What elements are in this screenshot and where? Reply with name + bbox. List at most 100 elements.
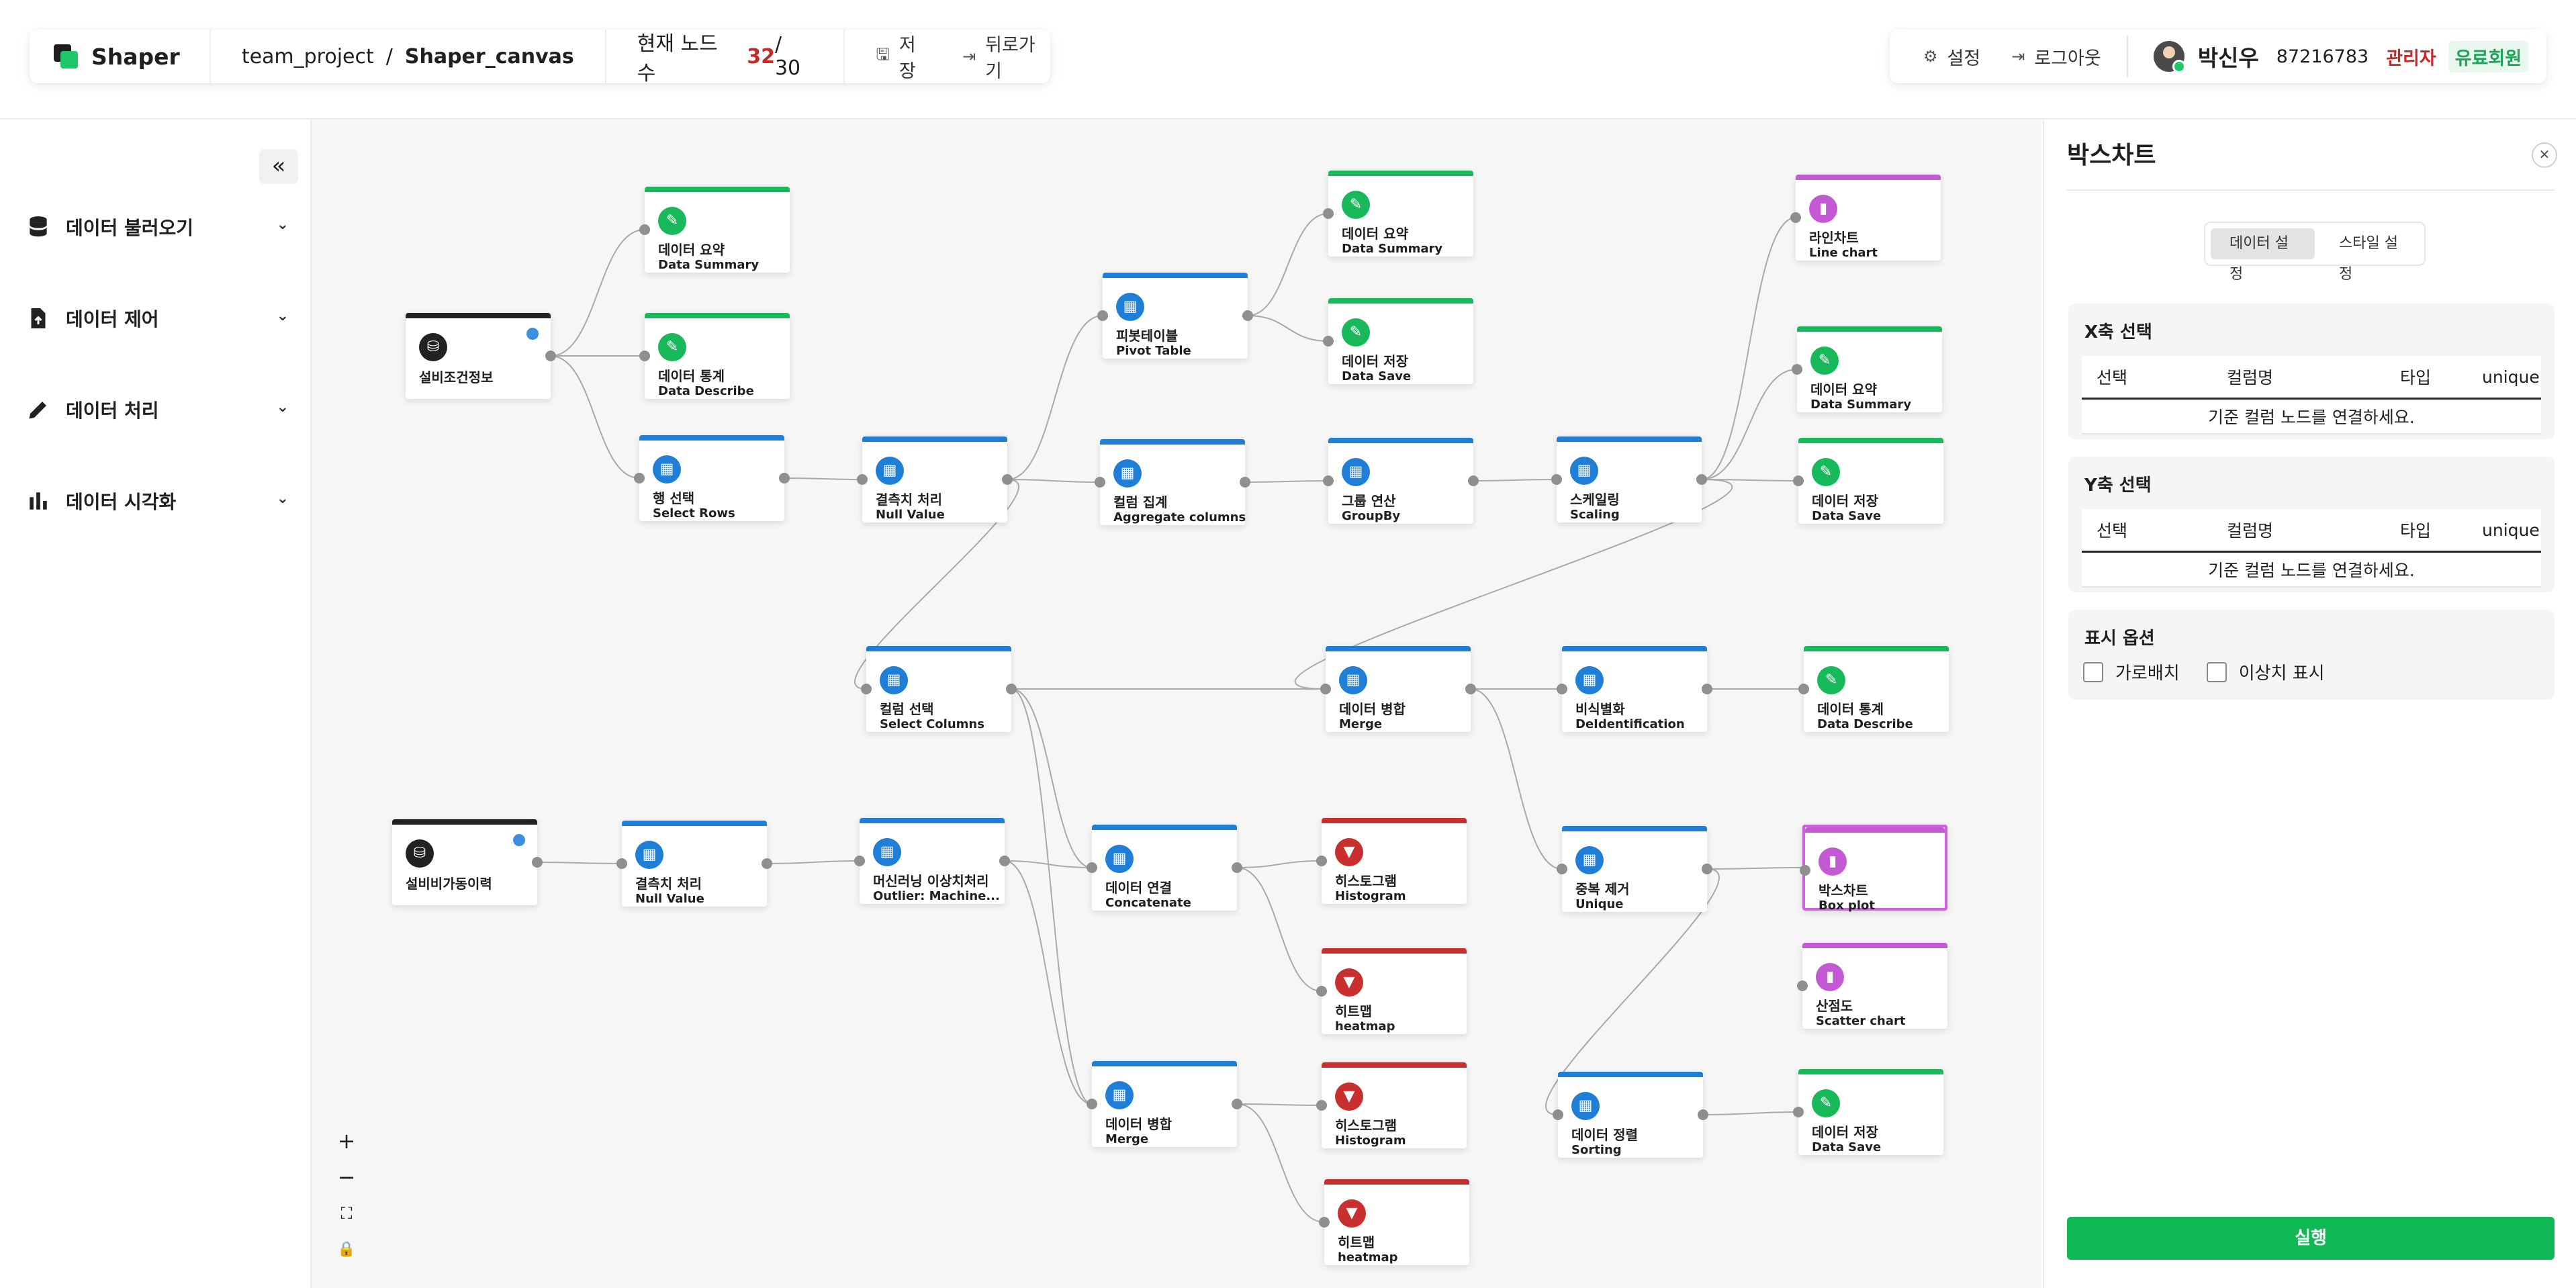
flow-node[interactable]: ▼ 히트맵 heatmap xyxy=(1319,1179,1469,1265)
input-port[interactable] xyxy=(1323,208,1334,219)
edge[interactable] xyxy=(1701,217,1796,480)
output-port[interactable] xyxy=(779,473,790,484)
sidebar-item-load-data[interactable]: 데이터 불러오기 ⌄ xyxy=(24,207,289,247)
zoom-out-button[interactable]: − xyxy=(328,1159,365,1195)
output-port[interactable] xyxy=(1468,475,1479,486)
flow-node[interactable]: ⛁ 설비비가동이력 xyxy=(392,819,543,905)
flow-node[interactable]: ▼ 히스토그램 Histogram xyxy=(1316,1062,1467,1148)
output-port[interactable] xyxy=(1006,684,1017,694)
logout-button[interactable]: ⇥ 로그아웃 xyxy=(2011,44,2101,70)
output-port[interactable] xyxy=(999,856,1010,866)
output-port[interactable] xyxy=(1465,684,1476,694)
input-port[interactable] xyxy=(616,858,627,869)
input-port[interactable] xyxy=(639,224,650,235)
sidebar-item-data-visualization[interactable]: 데이터 시각화 ⌄ xyxy=(24,481,289,521)
sidebar-item-data-control[interactable]: 데이터 제어 ⌄ xyxy=(24,298,289,338)
input-port[interactable] xyxy=(1087,862,1097,873)
input-port[interactable] xyxy=(1792,364,1802,375)
fit-view-button[interactable]: ⛶ xyxy=(328,1195,365,1232)
flow-node[interactable]: ✎ 데이터 통계 Data Describe xyxy=(1798,646,1949,732)
input-port[interactable] xyxy=(1323,475,1334,486)
edge[interactable] xyxy=(550,229,645,357)
flow-node[interactable]: ✎ 데이터 저장 Data Save xyxy=(1793,438,1943,524)
flow-node[interactable]: ▦ 컬럼 집계 Aggregate columns xyxy=(1095,439,1250,525)
input-port[interactable] xyxy=(1553,1109,1563,1120)
close-panel-button[interactable]: ✕ xyxy=(2532,142,2557,168)
tab-style-settings[interactable]: 스타일 설정 xyxy=(2320,228,2424,283)
input-port[interactable] xyxy=(857,474,868,485)
edge[interactable] xyxy=(766,860,860,864)
sidebar-item-data-processing[interactable]: 데이터 처리 ⌄ xyxy=(24,389,289,430)
flow-node[interactable]: ▦ 데이터 병합 Merge xyxy=(1320,646,1476,732)
avatar[interactable] xyxy=(2153,41,2186,73)
input-port[interactable] xyxy=(861,684,872,694)
tab-data-settings[interactable]: 데이터 설정 xyxy=(2211,228,2315,283)
flow-node[interactable]: ✎ 데이터 요약 Data Summary xyxy=(1792,326,1942,412)
edge[interactable] xyxy=(784,477,863,480)
input-port[interactable] xyxy=(1797,980,1808,991)
edge[interactable] xyxy=(1247,315,1329,342)
edge[interactable] xyxy=(1236,867,1322,992)
input-port[interactable] xyxy=(1551,474,1562,485)
edge[interactable] xyxy=(1236,860,1322,868)
flow-node[interactable]: ▦ 그룹 연산 GroupBy xyxy=(1323,438,1479,524)
input-port[interactable] xyxy=(1319,1217,1330,1228)
save-button[interactable]: 🖫 저장 xyxy=(876,30,931,83)
edge[interactable] xyxy=(1011,688,1093,868)
flow-node[interactable]: ▦ 컬럼 선택 Select Columns xyxy=(861,646,1017,732)
output-port[interactable] xyxy=(1702,864,1712,874)
flow-node[interactable]: ✎ 데이터 요약 Data Summary xyxy=(639,187,790,273)
edge[interactable] xyxy=(1236,1103,1325,1223)
flow-node[interactable]: ▼ 히트맵 heatmap xyxy=(1316,948,1467,1034)
flow-node[interactable]: ▦ 스케일링 Scaling xyxy=(1551,436,1707,522)
flow-node[interactable]: ▦ 데이터 연결 Concatenate xyxy=(1087,825,1242,911)
input-port[interactable] xyxy=(639,351,650,361)
output-port[interactable] xyxy=(1232,862,1242,873)
output-port[interactable] xyxy=(1698,1109,1708,1120)
input-port[interactable] xyxy=(1323,336,1334,347)
flow-node[interactable]: ▦ 행 선택 Select Rows xyxy=(634,435,790,521)
input-port[interactable] xyxy=(1316,1100,1327,1111)
input-port[interactable] xyxy=(1790,212,1801,223)
input-port[interactable] xyxy=(634,473,645,484)
lock-button[interactable]: 🔒 xyxy=(328,1232,365,1268)
input-port[interactable] xyxy=(1316,856,1327,866)
outlier-checkbox[interactable] xyxy=(2206,661,2227,682)
flow-node[interactable]: ▦ 데이터 병합 Merge xyxy=(1087,1061,1242,1147)
edge[interactable] xyxy=(1011,688,1093,1105)
input-port[interactable] xyxy=(1557,684,1567,694)
edge[interactable] xyxy=(1007,479,1101,483)
breadcrumb-project[interactable]: team_project xyxy=(242,45,374,68)
edge[interactable] xyxy=(1004,860,1093,1105)
edge[interactable] xyxy=(1473,479,1557,481)
output-port[interactable] xyxy=(532,857,543,868)
input-port[interactable] xyxy=(1798,684,1809,694)
input-port[interactable] xyxy=(1793,1107,1804,1117)
output-port[interactable] xyxy=(1232,1099,1242,1109)
edge[interactable] xyxy=(1244,480,1329,483)
flow-canvas[interactable]: + − ⛶ 🔒 ⛁ 설비조건정보 ✎ 데이터 요약 Data Summary ✎ 데이터 통… xyxy=(312,120,2041,1288)
input-port[interactable] xyxy=(1097,310,1108,321)
edge[interactable] xyxy=(537,862,623,864)
settings-button[interactable]: ⚙ 설정 xyxy=(1923,44,1980,70)
app-logo[interactable]: Shaper xyxy=(30,30,211,83)
run-button[interactable]: 실행 xyxy=(2067,1217,2555,1260)
edge[interactable] xyxy=(1247,213,1329,316)
edge[interactable] xyxy=(1702,1111,1799,1115)
input-port[interactable] xyxy=(1316,986,1327,997)
input-port[interactable] xyxy=(1095,477,1105,488)
edge[interactable] xyxy=(1236,1103,1322,1106)
flow-node[interactable]: ✎ 데이터 저장 Data Save xyxy=(1793,1069,1943,1155)
input-port[interactable] xyxy=(854,856,865,866)
flow-node[interactable]: ▮ 라인차트 Line chart xyxy=(1790,175,1941,261)
flow-node[interactable]: ✎ 데이터 통계 Data Describe xyxy=(639,313,790,399)
flow-node[interactable]: ▮ 박스차트 Box plot xyxy=(1800,825,1947,913)
zoom-in-button[interactable]: + xyxy=(328,1123,365,1159)
edge[interactable] xyxy=(1007,315,1103,480)
flow-node[interactable]: ▦ 중복 제거 Unique xyxy=(1557,826,1712,912)
flow-node[interactable]: ▦ 피봇테이블 Pivot Table xyxy=(1097,273,1253,359)
output-port[interactable] xyxy=(1242,310,1253,321)
flow-node[interactable]: ⛁ 설비조건정보 xyxy=(406,313,556,399)
input-port[interactable] xyxy=(1087,1099,1097,1109)
output-port[interactable] xyxy=(545,351,556,361)
